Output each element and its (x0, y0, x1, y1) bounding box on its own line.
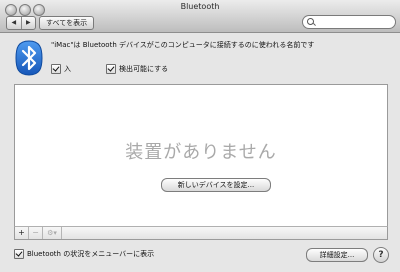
set-up-new-device-button[interactable]: 新しいデバイスを設定... (161, 178, 271, 192)
device-list-toolbar: + − ⚙▾ (14, 226, 388, 240)
discoverable-checkbox-row[interactable]: 検出可能にする (106, 64, 168, 74)
advanced-button[interactable]: 詳細設定... (306, 248, 368, 262)
forward-icon[interactable]: ▶ (20, 17, 36, 29)
title-bar: Bluetooth ◀ ▶ すべてを表示 (0, 0, 400, 33)
device-name-description: "iMac"は Bluetooth デバイスがこのコンピュータに接続するのに使わ… (51, 41, 315, 49)
bluetooth-on-checkbox-row[interactable]: 入 (51, 64, 71, 74)
window-title: Bluetooth (180, 2, 220, 11)
search-field[interactable] (302, 15, 396, 29)
show-in-menubar-checkbox-row[interactable]: Bluetooth の状況をメニューバーに表示 (14, 249, 154, 259)
discoverable-checkbox[interactable] (106, 64, 116, 74)
bluetooth-on-checkbox[interactable] (51, 64, 61, 74)
bluetooth-logo-icon (15, 40, 43, 76)
discoverable-label: 検出可能にする (119, 65, 169, 73)
show-in-menubar-checkbox[interactable] (14, 249, 24, 259)
show-all-button[interactable]: すべてを表示 (39, 16, 95, 30)
add-device-icon[interactable]: + (15, 227, 29, 239)
help-icon[interactable]: ? (373, 247, 389, 263)
back-forward-control: ◀ ▶ (6, 16, 36, 30)
bluetooth-preferences-window: Bluetooth ◀ ▶ すべてを表示 "iMac"は Bluetooth デ… (0, 0, 400, 272)
show-in-menubar-label: Bluetooth の状況をメニューバーに表示 (27, 250, 155, 258)
bluetooth-on-label: 入 (64, 65, 71, 73)
gear-menu-icon[interactable]: ⚙▾ (43, 227, 62, 239)
device-list-panel: 装置がありません 新しいデバイスを設定... (14, 84, 388, 228)
remove-device-icon[interactable]: − (29, 227, 43, 239)
back-icon[interactable]: ◀ (7, 17, 21, 29)
no-devices-text: 装置がありません (125, 142, 277, 163)
search-input[interactable] (317, 16, 391, 28)
search-icon (307, 18, 314, 25)
